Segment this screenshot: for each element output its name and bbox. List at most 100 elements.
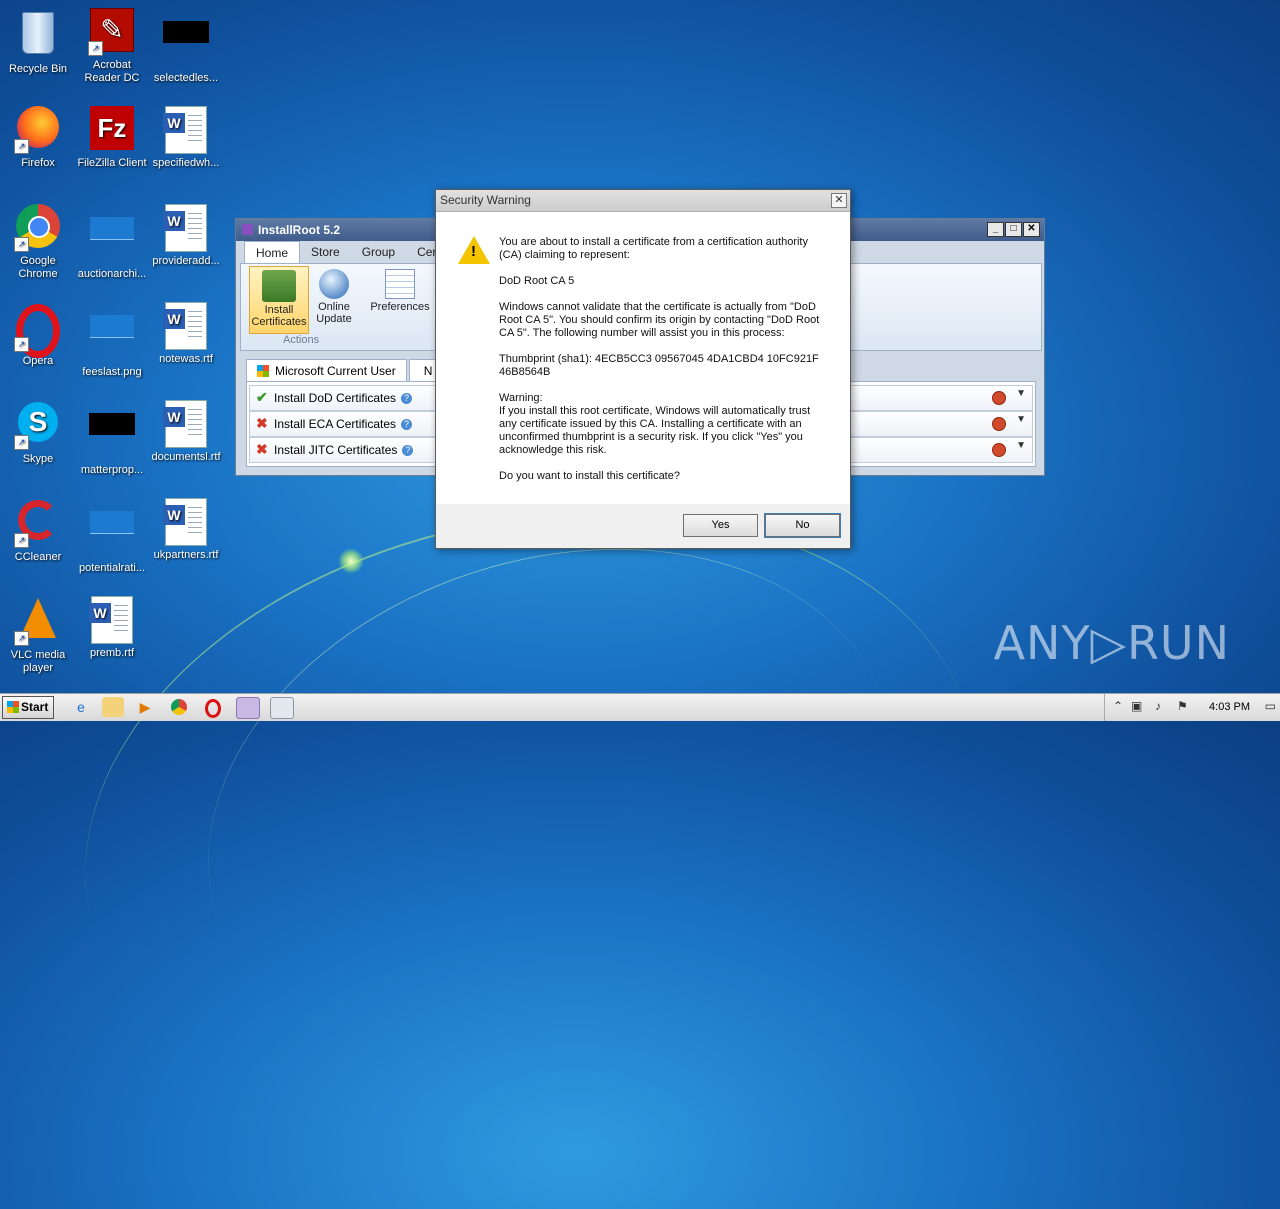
desktop-icon-opera[interactable]: ↗ Opera — [0, 302, 76, 368]
flag-icon[interactable]: ⚑ — [1177, 699, 1188, 713]
cert-row-label: Install DoD Certificates — [274, 391, 397, 405]
word-document-icon: W — [162, 400, 210, 448]
dialog-close-button[interactable]: ✕ — [831, 193, 847, 208]
chrome-taskbar-icon[interactable] — [168, 697, 190, 717]
desktop-icon-specifiedwh[interactable]: W specifiedwh... — [148, 106, 224, 170]
chevron-down-icon[interactable]: ▼ — [1016, 388, 1026, 399]
dialog-ca-name: DoD Root CA 5 — [499, 275, 575, 287]
opera-taskbar-icon[interactable] — [202, 697, 224, 718]
desktop-icon-firefox[interactable]: ↗ Firefox — [0, 106, 76, 170]
online-update-button[interactable]: Online Update — [311, 266, 357, 332]
installroot-taskbar-icon[interactable] — [236, 697, 260, 719]
skype-icon: S ↗ — [14, 402, 62, 450]
maximize-button[interactable]: □ — [1005, 222, 1022, 237]
dialog-footer: Yes No — [436, 504, 850, 548]
vlc-icon: ↗ — [14, 598, 62, 646]
file-thumbnail-icon — [162, 21, 210, 69]
help-icon[interactable]: ? — [401, 419, 413, 431]
dialog-validation-text: Windows cannot validate that the certifi… — [499, 301, 820, 339]
desktop-icon-notewas[interactable]: W notewas.rtf — [148, 302, 224, 366]
desktop-icon-auctionarchi[interactable]: auctionarchi... — [74, 204, 150, 281]
minimize-button[interactable]: _ — [987, 222, 1004, 237]
start-label: Start — [21, 700, 49, 714]
ribbon-tabs: Home Store Group Cert — [244, 241, 451, 263]
desktop-icon-filezilla[interactable]: Fz FileZilla Client — [74, 106, 150, 170]
start-button[interactable]: Start — [2, 696, 54, 719]
desktop-icon-vlc[interactable]: ↗ VLC media player — [0, 596, 76, 675]
desktop-icon-premb[interactable]: W premb.rtf — [74, 596, 150, 660]
no-button[interactable]: No — [764, 513, 841, 538]
certificate-badge-icon — [992, 443, 1006, 457]
warning-icon: ! — [458, 236, 490, 264]
tab-home[interactable]: Home — [244, 241, 301, 263]
tab-group[interactable]: Group — [351, 241, 406, 263]
install-certificates-button[interactable]: Install Certificates — [249, 266, 309, 334]
dialog-warning-heading: Warning: — [499, 392, 543, 404]
help-icon[interactable]: ? — [401, 393, 413, 405]
explorer-folder-icon[interactable] — [102, 697, 124, 717]
ccleaner-icon: ↗ — [14, 500, 62, 548]
file-thumbnail-icon — [88, 315, 136, 363]
install-certificates-icon — [262, 270, 296, 302]
window-taskbar-icon[interactable] — [270, 697, 294, 719]
desktop-icon-provideradd[interactable]: W provideradd... — [148, 204, 224, 268]
desktop-icon-label: selectedles... — [153, 72, 219, 84]
desktop-icon-skype[interactable]: S ↗ Skype — [0, 400, 76, 466]
desktop-icon-label: ukpartners.rtf — [153, 549, 219, 561]
opera-icon: ↗ — [14, 304, 62, 358]
internet-explorer-icon[interactable]: e — [70, 697, 92, 717]
desktop-icon-label: Firefox — [21, 157, 55, 169]
desktop-icon-ukpartners[interactable]: W ukpartners.rtf — [148, 498, 224, 562]
chevron-up-icon[interactable]: ⌃ — [1113, 699, 1123, 713]
store-tabs: Microsoft Current User N — [246, 359, 444, 381]
show-desktop-icon[interactable]: ▭ — [1265, 699, 1276, 713]
tab-microsoft-current-user[interactable]: Microsoft Current User — [246, 359, 407, 381]
desktop-icon-selectedles[interactable]: selectedles... — [148, 8, 224, 85]
tab-label: Microsoft Current User — [275, 364, 396, 378]
network-icon[interactable]: ▣ — [1131, 699, 1142, 713]
desktop-icon-label: matterprop... — [80, 464, 144, 476]
cert-row-label: Install JITC Certificates — [274, 443, 398, 457]
file-thumbnail-icon — [88, 511, 136, 559]
check-icon: ✔ — [256, 389, 268, 405]
desktop-icon-potentialrati[interactable]: potentialrati... — [74, 498, 150, 575]
desktop-icon-chrome[interactable]: ↗ Google Chrome — [0, 204, 76, 281]
word-document-icon: W — [162, 106, 210, 154]
install-certificates-label: Install Certificates — [251, 304, 307, 328]
dialog-title: Security Warning — [440, 193, 531, 207]
dialog-intro: You are about to install a certificate f… — [499, 236, 808, 261]
firefox-icon: ↗ — [14, 106, 62, 154]
yes-button[interactable]: Yes — [683, 514, 758, 537]
word-document-icon: W — [162, 498, 210, 546]
filezilla-icon: Fz — [88, 106, 136, 154]
desktop-icon-label: potentialrati... — [78, 562, 146, 574]
dialog-titlebar[interactable]: Security Warning ✕ — [436, 190, 850, 212]
close-button[interactable]: ✕ — [1023, 222, 1040, 237]
desktop-icon-label: feeslast.png — [82, 366, 142, 378]
chevron-down-icon[interactable]: ▼ — [1016, 440, 1026, 451]
desktop-icon-label: premb.rtf — [89, 647, 134, 659]
clock[interactable]: 4:03 PM — [1209, 701, 1250, 713]
preferences-button[interactable]: Preferences — [369, 266, 431, 332]
anyrun-watermark: ANY▷RUN — [993, 616, 1230, 670]
volume-icon[interactable]: ♪ — [1155, 699, 1161, 713]
installroot-app-icon — [242, 224, 253, 235]
desktop-icon-label: specifiedwh... — [152, 157, 220, 169]
dialog-body: ! You are about to install a certificate… — [436, 212, 850, 504]
desktop-icon-documentsl[interactable]: W documentsl.rtf — [148, 400, 224, 464]
desktop-icon-label: Skype — [22, 453, 54, 465]
certificate-badge-icon — [992, 391, 1006, 405]
desktop-icon-acrobat[interactable]: ✎ ↗ Acrobat Reader DC — [74, 8, 150, 85]
desktop-icon-label: provideradd... — [152, 255, 220, 267]
desktop-icon-label: VLC media player — [10, 649, 66, 674]
word-document-icon: W — [88, 596, 136, 644]
desktop-icon-ccleaner[interactable]: ↗ CCleaner — [0, 498, 76, 564]
desktop-icon-matterprop[interactable]: matterprop... — [74, 400, 150, 477]
tab-store[interactable]: Store — [300, 241, 351, 263]
media-player-icon[interactable]: ▶ — [134, 697, 156, 717]
desktop-icon-recycle-bin[interactable]: Recycle Bin — [0, 8, 76, 76]
chrome-icon: ↗ — [14, 204, 62, 252]
chevron-down-icon[interactable]: ▼ — [1016, 414, 1026, 425]
help-icon[interactable]: ? — [402, 445, 414, 457]
desktop-icon-feeslast[interactable]: feeslast.png — [74, 302, 150, 379]
